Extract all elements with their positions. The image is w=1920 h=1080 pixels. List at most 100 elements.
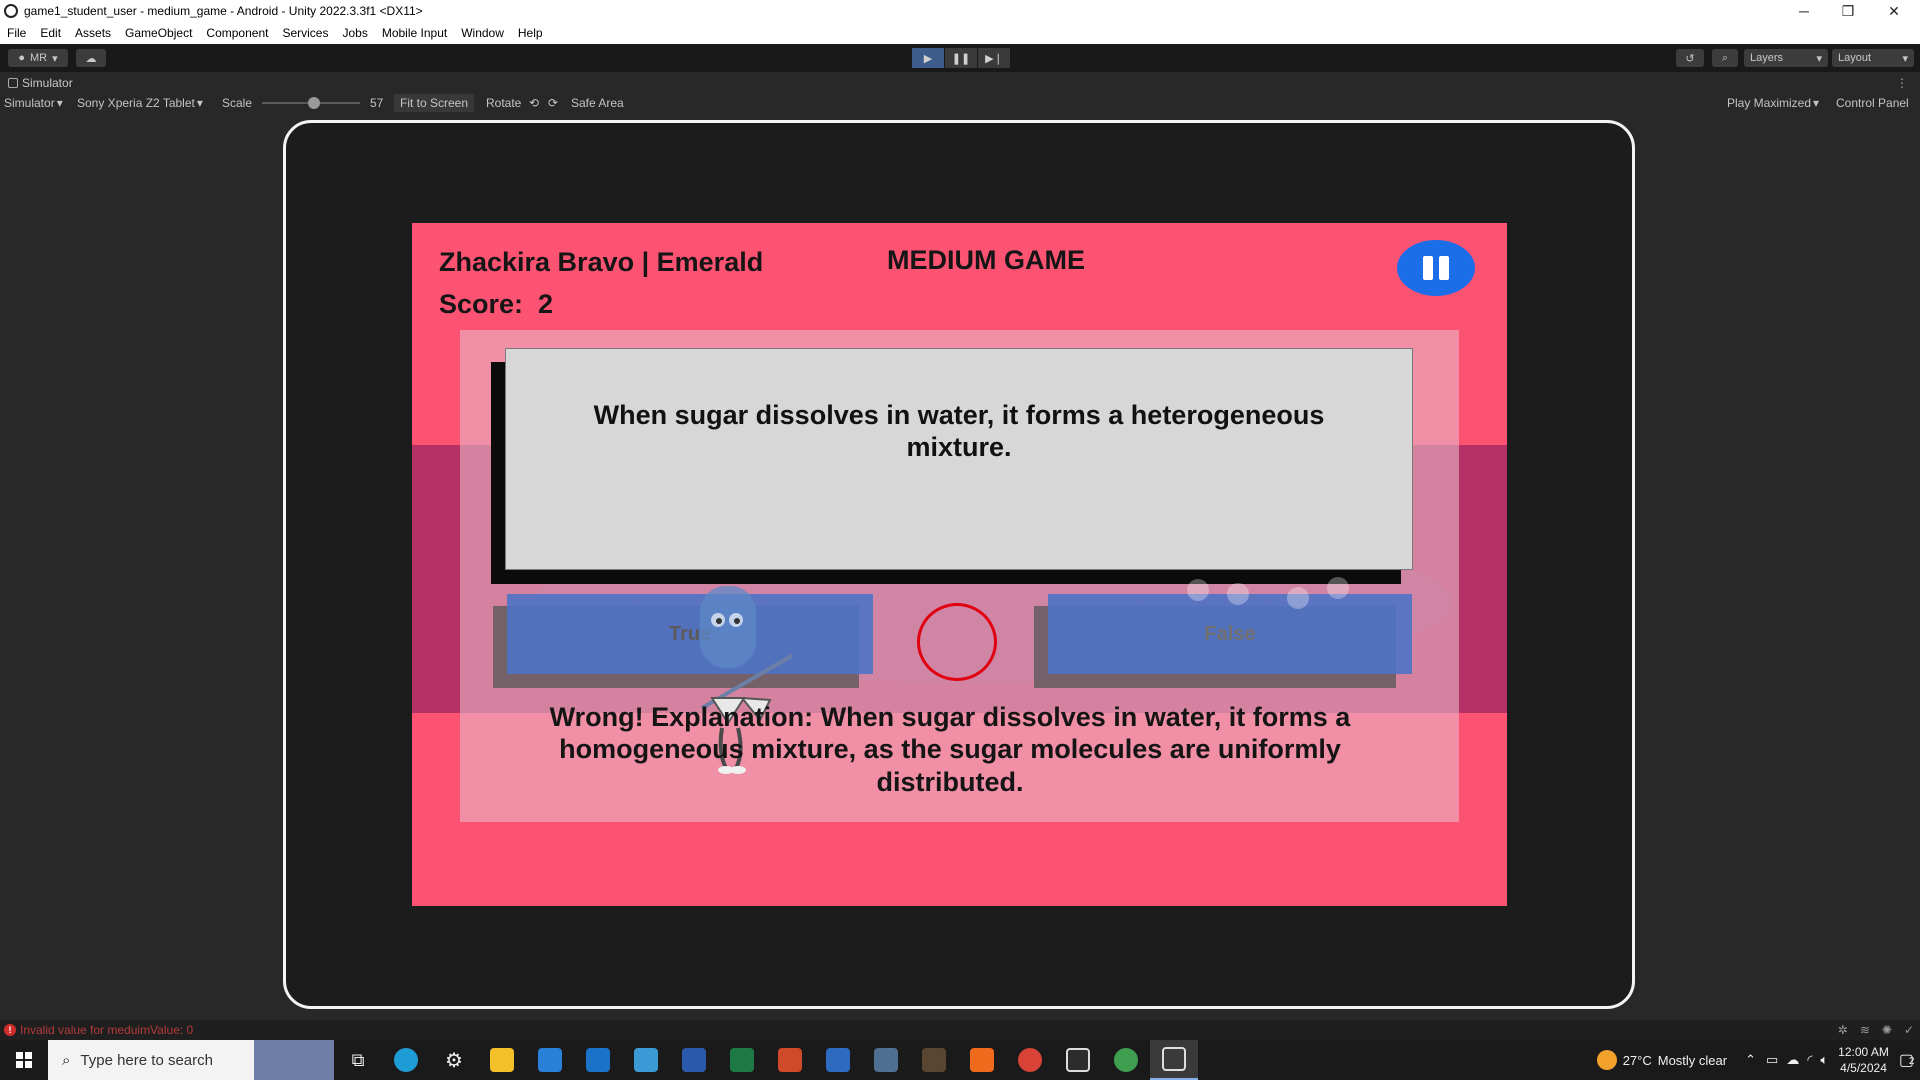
scale-value: 57 [370,96,384,110]
scale-slider-thumb[interactable] [308,97,320,109]
restore-button[interactable]: ❐ [1826,0,1870,22]
device-icon[interactable]: ▭ [1766,1052,1778,1068]
pause-editor-button[interactable]: ❚❚ [945,48,977,68]
search-icon: ⌕ [62,1051,71,1069]
layers-dropdown[interactable]: Layers ▾ [1744,49,1828,67]
menu-mobile-input[interactable]: Mobile Input [375,26,454,40]
xampp-icon[interactable] [958,1040,1006,1080]
false-button[interactable]: False [1048,594,1412,674]
question-card: When sugar dissolves in water, it forms … [505,348,1413,570]
play-mode-dropdown[interactable]: Play Maximized ▾ [1727,94,1819,112]
weather-moon-icon [1596,1050,1617,1070]
rotate-right-icon[interactable]: ⟳ [548,94,558,112]
pause-icon-bar [1439,256,1449,280]
simulator-mode-dropdown[interactable]: Simulator ▾ [4,94,63,112]
simulator-tab-title: Simulator [22,76,73,90]
store-icon[interactable] [526,1040,574,1080]
menu-help[interactable]: Help [511,26,550,40]
wifi-icon[interactable]: ◜ [1807,1052,1812,1068]
menu-component[interactable]: Component [199,26,275,40]
volume-icon[interactable]: 🔈︎ [1820,1052,1828,1068]
search-highlight-image [254,1040,334,1080]
game-screen: Zhackira Bravo | Emerald Score: 2 MEDIUM… [412,223,1507,906]
chrome-profile-icon[interactable] [1102,1040,1150,1080]
console-status-bar[interactable]: ! Invalid value for meduimValue: 0 ✲ ≋ ✺… [0,1020,1920,1040]
window-title: game1_student_user - medium_game - Andro… [24,4,423,18]
weather-text[interactable]: Mostly clear [1658,1053,1727,1068]
score-value: 2 [538,289,554,319]
unity-hub-icon[interactable] [1054,1040,1102,1080]
more-options-icon[interactable]: ⋮ [1896,76,1908,90]
explanation-text: Wrong! Explanation: When sugar dissolves… [549,702,1351,797]
excel-icon[interactable] [718,1040,766,1080]
calculator-icon[interactable] [862,1040,910,1080]
mail-icon[interactable] [574,1040,622,1080]
safe-area-toggle[interactable]: Safe Area [571,94,624,112]
powerpoint-icon[interactable] [766,1040,814,1080]
cloud-icon[interactable]: ☁ [76,49,106,67]
simulator-tab-icon [8,78,18,88]
windows-taskbar: ⌕ Type here to search ⧉ ⚙ 27°C Mostly cl… [0,1040,1920,1080]
minecraft-icon[interactable] [910,1040,958,1080]
minimize-button[interactable]: ─ [1782,0,1826,22]
start-button[interactable] [0,1040,48,1080]
unity-editor-icon[interactable] [1150,1040,1198,1080]
fit-to-screen-button[interactable]: Fit to Screen [394,94,475,112]
system-tray: 27°C Mostly clear ⌃ ▭ ☁ ◜ 🔈︎ 12:00 AM 4/… [1596,1040,1920,1080]
scale-label: Scale [222,96,253,110]
check-icon[interactable]: ✓ [1904,1023,1914,1037]
onedrive-icon[interactable]: ☁ [1786,1052,1799,1068]
menu-assets[interactable]: Assets [68,26,118,40]
clock-time: 12:00 AM [1838,1044,1889,1059]
temperature[interactable]: 27°C [1623,1053,1652,1068]
history-icon[interactable]: ↺ [1676,49,1704,67]
simulator-mode-label: Simulator [4,96,55,110]
settings-icon[interactable]: ⚙ [430,1040,478,1080]
bug-icon[interactable]: ✺ [1882,1023,1892,1037]
taskbar-search[interactable]: ⌕ Type here to search [48,1040,334,1080]
layers-label: Layers [1750,52,1784,64]
menu-edit[interactable]: Edit [33,26,68,40]
edge-icon[interactable] [382,1040,430,1080]
rotate-label: Rotate [486,96,522,110]
search-icon[interactable]: ⌕ [1712,49,1738,67]
remote-desktop-icon[interactable] [622,1040,670,1080]
pause-icon [1423,256,1433,280]
game-title: MEDIUM GAME [887,245,1085,275]
layout-dropdown[interactable]: Layout ▾ [1832,49,1914,67]
device-dropdown[interactable]: Sony Xperia Z2 Tablet ▾ [77,94,203,112]
app-shortcut-icon[interactable] [814,1040,862,1080]
question-text: When sugar dissolves in water, it forms … [593,400,1325,463]
layout-label: Layout [1838,52,1872,64]
account-dropdown[interactable]: ● MR ▾ [8,49,68,67]
notification-count: 2 [1908,1056,1915,1067]
menu-bar: File Edit Assets GameObject Component Se… [0,22,1920,44]
chevron-up-icon[interactable]: ⌃ [1745,1052,1756,1068]
notification-icon[interactable]: ▢ 2 [1899,1050,1915,1070]
task-view-icon[interactable]: ⧉ [334,1040,382,1080]
search-placeholder: Type here to search [80,1051,213,1069]
pause-button[interactable] [1397,240,1475,296]
layers-status-icon[interactable]: ≋ [1860,1023,1870,1037]
window-titlebar: game1_student_user - medium_game - Andro… [0,0,1920,22]
play-button[interactable]: ▶ [912,48,944,68]
word-icon[interactable] [670,1040,718,1080]
chrome-icon[interactable] [1006,1040,1054,1080]
score-label: Score: [439,289,524,319]
timer-ring [917,603,997,681]
simulator-tab[interactable]: Simulator ⋮ [0,72,1920,94]
simulator-toolbar: Simulator ▾ Sony Xperia Z2 Tablet ▾ Scale … [0,94,1920,112]
menu-file[interactable]: File [0,26,33,40]
close-button[interactable]: ✕ [1872,0,1916,22]
menu-jobs[interactable]: Jobs [335,26,374,40]
file-explorer-icon[interactable] [478,1040,526,1080]
control-panel-button[interactable]: Control Panel [1836,94,1909,112]
menu-window[interactable]: Window [454,26,511,40]
menu-gameobject[interactable]: GameObject [118,26,199,40]
rotate-left-icon[interactable]: ⟲ [529,94,539,112]
step-button[interactable]: ▶❘ [978,48,1010,68]
account-label: MR [30,52,48,64]
clock[interactable]: 12:00 AM 4/5/2024 [1838,1044,1889,1076]
menu-services[interactable]: Services [275,26,335,40]
debug-icon[interactable]: ✲ [1838,1023,1848,1037]
